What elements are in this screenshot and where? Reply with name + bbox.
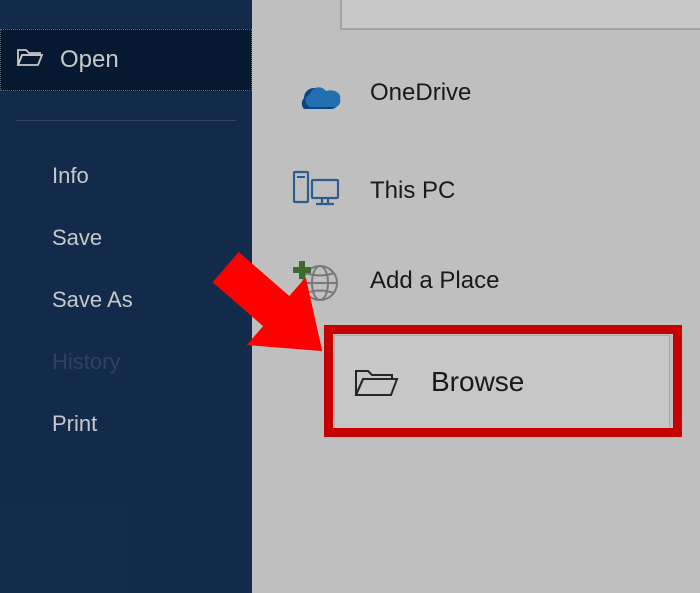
add-place-icon [252,259,342,303]
location-label: Add a Place [370,267,499,295]
sidebar-item-save-as[interactable]: Save As [0,269,252,331]
location-browse[interactable]: Browse [334,335,670,429]
location-this-pc[interactable]: This PC [252,160,670,222]
folder-open-icon [16,45,44,76]
folder-open-icon [335,363,417,401]
location-label: OneDrive [370,79,471,107]
sidebar-item-label: Save As [52,287,133,312]
sidebar-item-save[interactable]: Save [0,207,252,269]
recent-box-fragment [340,0,700,30]
sidebar-item-label: History [52,349,120,374]
open-locations-panel: OneDrive This PC [252,0,700,593]
backstage-sidebar: Open Info Save Save As History Print [0,0,252,593]
sidebar-divider [16,120,236,121]
sidebar-item-info[interactable]: Info [0,145,252,207]
sidebar-item-history: History [0,331,252,393]
location-label: Browse [431,366,524,398]
sidebar-item-print[interactable]: Print [0,393,252,455]
location-add-place[interactable]: Add a Place [252,250,670,312]
this-pc-icon [252,170,342,212]
sidebar-item-label: Print [52,411,97,436]
onedrive-icon [252,76,342,110]
sidebar-item-open[interactable]: Open [0,29,252,91]
sidebar-item-label: Save [52,225,102,250]
sidebar-open-label: Open [60,46,119,74]
sidebar-item-label: Info [52,163,89,188]
location-label: This PC [370,177,455,205]
location-onedrive[interactable]: OneDrive [252,62,670,124]
